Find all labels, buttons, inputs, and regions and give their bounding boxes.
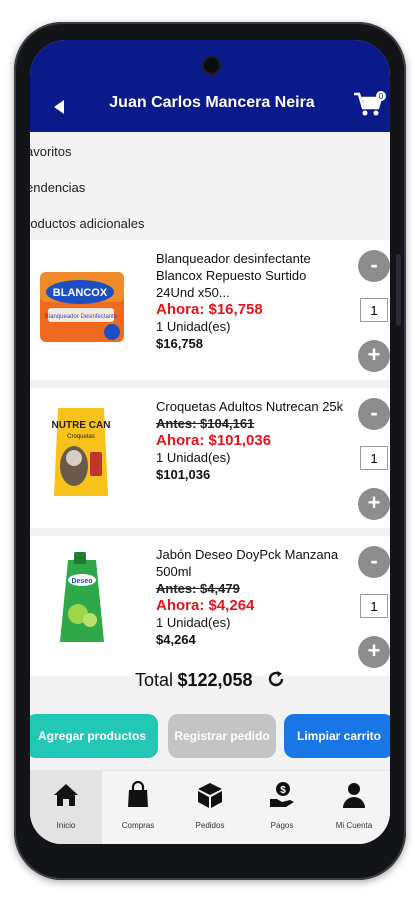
- product-name[interactable]: Blanqueador desinfectante Blancox Repues…: [156, 250, 346, 301]
- cart-icon[interactable]: 0: [352, 90, 386, 118]
- link-tendencias[interactable]: endencias: [30, 180, 85, 195]
- nav-label: Pagos: [270, 821, 294, 830]
- front-camera: [204, 58, 219, 73]
- cart-total: Total $122,058: [30, 670, 390, 712]
- app-screen: Juan Carlos Mancera Neira 0 avoritos end…: [30, 40, 390, 844]
- unit-count: 1 Unidad(es): [156, 450, 231, 465]
- refresh-icon[interactable]: [267, 670, 285, 688]
- line-price: $101,036: [156, 467, 211, 482]
- price-now: Ahora: $4,264: [156, 597, 255, 614]
- nav-label: Compras: [121, 821, 155, 830]
- bottom-nav: Inicio Compras Pedidos $ Pagos Mi Cuenta: [30, 770, 390, 844]
- svg-text:$: $: [280, 785, 286, 796]
- add-products-button[interactable]: Agregar productos: [30, 714, 158, 758]
- price-before: Antes: $104,161: [156, 416, 255, 431]
- svg-text:NUTRE CAN: NUTRE CAN: [52, 420, 111, 431]
- cart-item: Deseo Jabón Deseo DoyPck Manzana 500ml A…: [30, 536, 390, 676]
- svg-text:Deseo: Deseo: [71, 578, 92, 585]
- payment-hand-icon: $: [270, 782, 294, 807]
- nav-inicio[interactable]: Inicio: [30, 771, 102, 844]
- nav-label: Inicio: [56, 821, 76, 830]
- nav-pedidos[interactable]: Pedidos: [174, 771, 246, 844]
- home-icon: [54, 784, 78, 806]
- cart-item: BLANCOX Blanqueador Desinfectante Blanqu…: [30, 240, 390, 380]
- link-favoritos[interactable]: avoritos: [30, 144, 72, 159]
- product-name[interactable]: Jabón Deseo DoyPck Manzana 500ml: [156, 546, 346, 580]
- box-icon: [198, 783, 222, 808]
- product-image-blancox: BLANCOX Blanqueador Desinfectante: [40, 272, 124, 342]
- register-order-button[interactable]: Registrar pedido: [168, 714, 276, 758]
- user-icon: [343, 783, 365, 808]
- product-info: Jabón Deseo DoyPck Manzana 500ml Antes: …: [156, 546, 346, 648]
- nav-label: Pedidos: [195, 821, 225, 830]
- price-before: Antes: $4,479: [156, 581, 240, 596]
- page-title: Juan Carlos Mancera Neira: [109, 94, 315, 111]
- quantity-field[interactable]: 1: [360, 594, 388, 618]
- nav-label: Mi Cuenta: [335, 821, 373, 830]
- product-name[interactable]: Croquetas Adultos Nutrecan 25k: [156, 398, 346, 415]
- unit-count: 1 Unidad(es): [156, 319, 231, 334]
- product-image-deseo: Deseo: [60, 552, 104, 642]
- cart-count-badge: 0: [379, 92, 384, 101]
- total-label: Total: [134, 670, 174, 690]
- clear-cart-button[interactable]: Limpiar carrito: [284, 714, 390, 758]
- app-header: Juan Carlos Mancera Neira 0: [30, 40, 390, 132]
- svg-text:Croquetas: Croquetas: [67, 434, 95, 440]
- link-productos-adicionales[interactable]: roductos adicionales: [30, 216, 145, 231]
- quantity-field[interactable]: 1: [360, 446, 388, 470]
- line-price: $4,264: [156, 632, 196, 647]
- product-info: Blanqueador desinfectante Blancox Repues…: [156, 250, 346, 352]
- side-button: [396, 254, 401, 326]
- price-now: Ahora: $16,758: [156, 301, 263, 318]
- line-price: $16,758: [156, 336, 203, 351]
- product-info: Croquetas Adultos Nutrecan 25k Antes: $1…: [156, 398, 346, 483]
- nav-mi-cuenta[interactable]: Mi Cuenta: [318, 771, 390, 844]
- decrease-quantity-button[interactable]: -: [358, 398, 390, 430]
- cart-item: NUTRE CAN Croquetas Croquetas Adultos Nu…: [30, 388, 390, 528]
- quantity-field[interactable]: 1: [360, 298, 388, 322]
- decrease-quantity-button[interactable]: -: [358, 546, 390, 578]
- back-arrow-icon[interactable]: [54, 100, 64, 114]
- nav-compras[interactable]: Compras: [102, 771, 174, 844]
- unit-count: 1 Unidad(es): [156, 615, 231, 630]
- svg-text:BLANCOX: BLANCOX: [53, 287, 108, 299]
- total-value: $122,058: [177, 670, 253, 690]
- menu-links: avoritos endencias roductos adicionales: [30, 132, 390, 240]
- shopping-bag-icon: [128, 781, 148, 807]
- increase-quantity-button[interactable]: +: [358, 340, 390, 372]
- product-image-nutrecan: NUTRE CAN Croquetas: [52, 408, 111, 496]
- svg-text:Blanqueador Desinfectante: Blanqueador Desinfectante: [45, 314, 118, 320]
- increase-quantity-button[interactable]: +: [358, 488, 390, 520]
- decrease-quantity-button[interactable]: -: [358, 250, 390, 282]
- increase-quantity-button[interactable]: +: [358, 636, 390, 668]
- price-now: Ahora: $101,036: [156, 432, 272, 449]
- nav-pagos[interactable]: $ Pagos: [246, 771, 318, 844]
